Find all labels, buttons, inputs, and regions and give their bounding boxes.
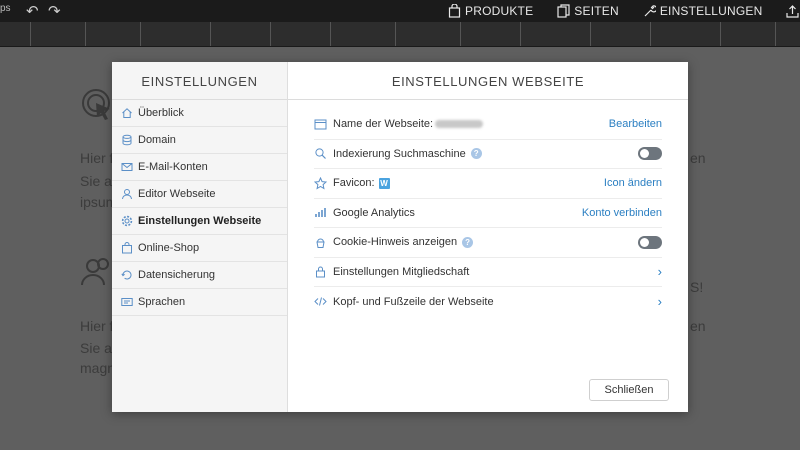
row-favicon: Favicon: W Icon ändern: [314, 169, 662, 199]
row-google-analytics: Google Analytics Konto verbinden: [314, 199, 662, 228]
nav-publish[interactable]: PU: [786, 4, 800, 18]
nav-seiten-label: SEITEN: [574, 4, 619, 18]
indexing-toggle[interactable]: [638, 147, 662, 161]
row-header-footer[interactable]: Kopf- und Fußzeile der Webseite ›: [314, 287, 662, 317]
sidebar-item-label: Editor Webseite: [138, 188, 216, 200]
cookie-toggle[interactable]: [638, 235, 662, 249]
row-website-name: Name der Webseite: Bearbeiten: [314, 110, 662, 140]
database-icon: [121, 134, 133, 146]
sidebar-item-shop[interactable]: Online-Shop: [112, 235, 287, 262]
favicon-preview: W: [378, 177, 390, 189]
search-icon: [314, 147, 327, 160]
bg-text-fragment: en: [690, 318, 706, 334]
help-icon[interactable]: ?: [462, 236, 474, 248]
editor-strip: [0, 22, 800, 47]
change-icon-link[interactable]: Icon ändern: [604, 177, 662, 189]
sidebar-item-website-settings[interactable]: Einstellungen Webseite: [112, 208, 287, 235]
bar-chart-icon: [314, 206, 327, 219]
help-icon[interactable]: ?: [470, 148, 482, 160]
sidebar-item-email[interactable]: E-Mail-Konten: [112, 154, 287, 181]
row-search-indexing: Indexierung Suchmaschine ?: [314, 140, 662, 169]
sidebar-item-overview[interactable]: Überblick: [112, 100, 287, 127]
connect-account-link[interactable]: Konto verbinden: [582, 207, 662, 219]
code-icon: [314, 295, 327, 308]
nav-einstellungen[interactable]: EINSTELLUNGEN: [643, 4, 763, 18]
mail-icon: [121, 161, 133, 173]
cursor-click-icon: [80, 87, 116, 128]
settings-main: EINSTELLUNGEN WEBSEITE Name der Webseite…: [288, 62, 688, 412]
top-nav: PRODUKTE SEITEN EINSTELLUNGEN PU: [448, 0, 800, 22]
sidebar-item-label: Datensicherung: [138, 269, 216, 281]
users-icon: [80, 255, 114, 294]
wrench-icon: [643, 4, 658, 18]
bg-text-fragment: S!: [690, 279, 704, 295]
home-icon: [121, 107, 133, 119]
sidebar-title: EINSTELLUNGEN: [112, 62, 287, 100]
settings-sidebar: EINSTELLUNGEN Überblick Domain E-Mail-Ko…: [112, 62, 288, 412]
undo-icon[interactable]: ↶: [26, 2, 39, 20]
settings-modal: EINSTELLUNGEN Überblick Domain E-Mail-Ko…: [112, 62, 688, 412]
cookie-icon: [314, 236, 327, 249]
favicon-label: Favicon:: [333, 177, 375, 190]
edit-name-link[interactable]: Bearbeiten: [609, 118, 662, 130]
chevron-right-icon[interactable]: ›: [658, 264, 662, 279]
upload-icon: [786, 4, 800, 18]
website-name-value-blurred: [435, 120, 484, 129]
sidebar-item-domain[interactable]: Domain: [112, 127, 287, 154]
sidebar-item-label: Sprachen: [138, 296, 186, 308]
nav-einstellungen-label: EINSTELLUNGEN: [659, 4, 763, 18]
sidebar-item-label: E-Mail-Konten: [138, 161, 208, 173]
analytics-label: Google Analytics: [333, 206, 415, 219]
pages-icon: [557, 4, 570, 18]
website-name-label: Name der Webseite:: [333, 118, 434, 131]
backup-icon: [121, 269, 133, 281]
sidebar-item-editor[interactable]: Editor Webseite: [112, 181, 287, 208]
sidebar-item-languages[interactable]: Sprachen: [112, 289, 287, 316]
nav-produkte[interactable]: PRODUKTE: [448, 3, 534, 18]
chevron-right-icon[interactable]: ›: [658, 294, 662, 309]
top-toolbar: ps ↶ ↷ PRODUKTE SEITEN EINSTELLUNGEN PU: [0, 0, 800, 22]
membership-label: Einstellungen Mitgliedschaft: [333, 265, 470, 278]
bag-icon: [448, 3, 461, 18]
settings-rows: Name der Webseite: Bearbeiten Indexierun…: [288, 100, 688, 317]
os-label: ps: [0, 3, 11, 14]
row-cookie-notice: Cookie-Hinweis anzeigen ?: [314, 228, 662, 258]
sidebar-item-label: Domain: [138, 134, 176, 146]
header-footer-label: Kopf- und Fußzeile der Webseite: [333, 295, 494, 308]
bg-text-line: Hier f: [80, 318, 114, 334]
row-membership-settings[interactable]: Einstellungen Mitgliedschaft ›: [314, 258, 662, 287]
nav-seiten[interactable]: SEITEN: [557, 4, 619, 18]
star-icon: [314, 176, 327, 190]
shopping-bag-icon: [121, 242, 133, 254]
toggle-knob: [640, 237, 649, 247]
redo-icon[interactable]: ↷: [48, 2, 61, 20]
bg-text-line: magn: [80, 360, 116, 376]
user-icon: [121, 188, 133, 200]
sidebar-item-label: Überblick: [138, 107, 184, 119]
lock-icon: [314, 265, 327, 278]
indexing-label: Indexierung Suchmaschine: [333, 147, 466, 160]
nav-produkte-label: PRODUKTE: [465, 4, 534, 18]
sidebar-item-label: Einstellungen Webseite: [138, 215, 262, 227]
sidebar-item-label: Online-Shop: [138, 242, 200, 254]
bg-text-fragment: en: [690, 150, 706, 166]
close-button[interactable]: Schließen: [589, 379, 669, 401]
toggle-knob: [640, 149, 649, 159]
language-icon: [121, 296, 133, 308]
sidebar-item-backup[interactable]: Datensicherung: [112, 262, 287, 289]
browser-window-icon: [314, 118, 327, 131]
main-title: EINSTELLUNGEN WEBSEITE: [288, 62, 688, 100]
cookie-label: Cookie-Hinweis anzeigen: [333, 236, 458, 249]
bg-text-line: Hier f: [80, 150, 114, 166]
gear-icon: [121, 215, 133, 227]
